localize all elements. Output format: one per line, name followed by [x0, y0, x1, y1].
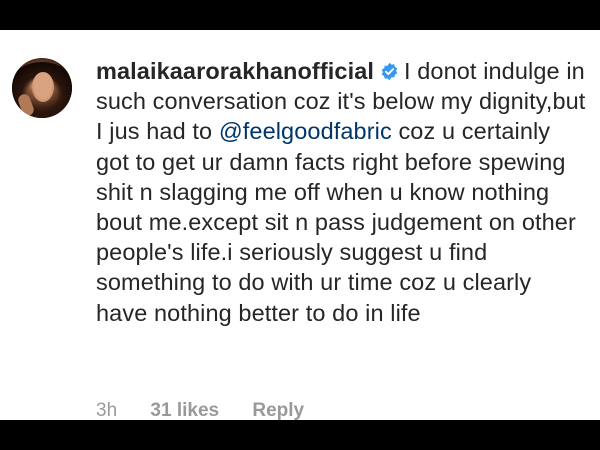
comment-screenshot: malaikaarorakhanofficial I donot indulge …: [0, 30, 600, 420]
avatar-face: [32, 72, 54, 102]
mention-link[interactable]: @feelgoodfabric: [219, 118, 392, 144]
likes-button[interactable]: 31 likes: [150, 400, 219, 420]
reply-button[interactable]: Reply: [252, 400, 304, 420]
comment-meta: 3h 31 likes Reply: [96, 400, 332, 420]
comment-body: malaikaarorakhanofficial I donot indulge …: [96, 56, 586, 328]
verified-badge-icon: [381, 62, 398, 81]
comment-text-part2: coz u certainly got to get ur damn facts…: [96, 118, 576, 326]
comment-time: 3h: [96, 400, 118, 420]
avatar[interactable]: [12, 58, 72, 118]
username-link[interactable]: malaikaarorakhanofficial: [96, 58, 374, 84]
